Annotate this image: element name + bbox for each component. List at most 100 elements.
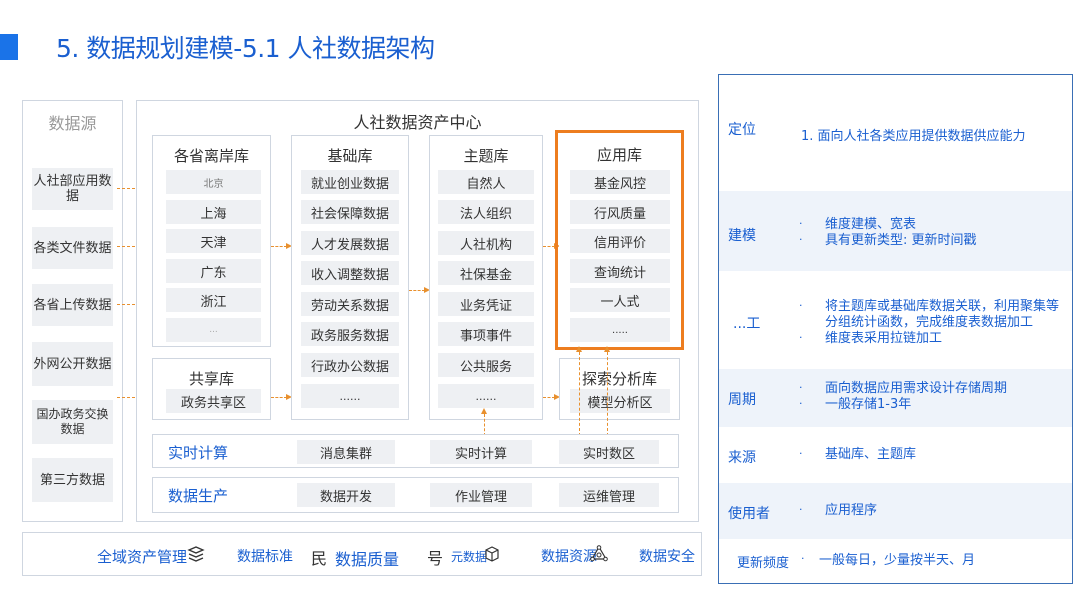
cube-icon	[483, 545, 501, 567]
theme-item: 事项事件	[438, 322, 534, 346]
spec-panel: 定位 1. 面向人社各类应用提供数据供应能力 建模 · 维度建模、宽表 · 具有…	[718, 74, 1073, 584]
production-item: 运维管理	[559, 483, 659, 507]
theme-item: 自然人	[438, 170, 534, 194]
governance-item: 元数据	[451, 550, 488, 564]
flow-arrow	[543, 394, 560, 400]
bullet-dot: ·	[799, 331, 803, 344]
spec-row-positioning: 定位 1. 面向人社各类应用提供数据供应能力	[719, 75, 1072, 191]
source-item: 人社部应用数据	[32, 168, 113, 210]
spec-text: 一般存储1-3年	[825, 397, 912, 412]
production-item: 作业管理	[430, 483, 532, 507]
provincial-item: 上海	[166, 200, 261, 224]
flow-arrow	[409, 287, 430, 293]
spec-text: 一般每日，少量按半天、月	[819, 553, 976, 568]
provincial-item: 北京	[166, 170, 261, 194]
realtime-item: 实时计算	[430, 440, 532, 464]
app-item: 一人式	[570, 288, 670, 312]
provincial-item: 广东	[166, 259, 261, 283]
source-item: 外网公开数据	[32, 342, 113, 386]
app-item: .....	[570, 318, 670, 342]
flow-arrow	[271, 243, 292, 249]
layers-icon	[187, 545, 205, 567]
title-accent-bar	[0, 34, 18, 60]
production-item: 数据开发	[297, 483, 395, 507]
theme-title: 主题库	[463, 147, 509, 165]
bullet-dot: ·	[799, 447, 803, 460]
spec-text: 基础库、主题库	[825, 447, 917, 462]
bullet-dot: ·	[799, 397, 803, 410]
spec-label: ...工	[733, 316, 761, 332]
spec-label: 周期	[728, 392, 756, 408]
network-icon	[589, 545, 609, 567]
shared-title: 共享库	[188, 370, 234, 388]
provincial-item: ...	[166, 318, 261, 342]
spec-label: 更新频度	[737, 556, 790, 571]
spec-text: 维度建模、宽表	[825, 217, 917, 232]
base-item: 社会保障数据	[301, 200, 399, 224]
production-label: 数据生产	[168, 487, 229, 505]
spec-label: 使用者	[728, 506, 770, 522]
governance-item: 全域资产管理	[97, 548, 188, 566]
shared-item: 政务共享区	[166, 389, 261, 413]
base-item: 政务服务数据	[301, 322, 399, 346]
explore-item: 模型分析区	[570, 389, 670, 413]
realtime-label: 实时计算	[168, 444, 229, 462]
bullet-dot: ·	[799, 381, 803, 394]
provincial-item: 浙江	[166, 288, 261, 312]
bullet-dot: ·	[799, 233, 803, 246]
theme-item: 公共服务	[438, 353, 534, 377]
base-title: 基础库	[327, 147, 373, 165]
base-item: 人才发展数据	[301, 231, 399, 255]
spec-text: 具有更新类型: 更新时间戳	[825, 233, 977, 248]
realtime-item: 实时数区	[559, 440, 659, 464]
spec-text: 应用程序	[825, 503, 878, 518]
theme-item: 人社机构	[438, 231, 534, 255]
theme-item: 业务凭证	[438, 292, 534, 316]
spec-text: 维度表采用拉链加工	[825, 331, 943, 346]
flow-arrow-up	[481, 408, 487, 436]
governance-item: 数据质量	[335, 550, 400, 569]
spec-text: 面向数据应用需求设计存储周期	[825, 381, 1008, 396]
theme-item: 社保基金	[438, 261, 534, 285]
data-source-title: 数据源	[48, 114, 97, 133]
bullet-dot: ·	[799, 299, 803, 312]
governance-item: 数据安全	[639, 549, 695, 565]
spec-text: 分组统计函数，完成维度表数据加工	[825, 315, 1034, 330]
spec-text: 1. 面向人社各类应用提供数据供应能力	[801, 129, 1026, 144]
base-item: ......	[301, 384, 399, 408]
bullet-dot: ·	[799, 217, 803, 230]
spec-label: 建模	[728, 228, 756, 244]
flow-arrow-up	[604, 346, 610, 436]
source-item: 第三方数据	[32, 458, 113, 502]
spec-label: 来源	[728, 450, 756, 466]
standard-icon: 民	[311, 549, 328, 568]
base-item: 收入调整数据	[301, 261, 399, 285]
app-item: 信用评价	[570, 229, 670, 253]
spec-row-processing: ...工 · 将主题库或基础库数据关联，利用聚集等 分组统计函数，完成维度表数据…	[719, 271, 1072, 369]
app-item: 查询统计	[570, 259, 670, 283]
spec-row-modeling: 建模 · 维度建模、宽表 · 具有更新类型: 更新时间戳	[719, 191, 1072, 271]
explore-title: 探索分析库	[581, 370, 657, 388]
bullet-dot: ·	[799, 503, 803, 516]
theme-item: 法人组织	[438, 200, 534, 224]
spec-text: 将主题库或基础库数据关联，利用聚集等	[825, 299, 1060, 314]
app-item: 基金风控	[570, 170, 670, 194]
flow-arrow-up	[576, 346, 582, 436]
source-item: 各省上传数据	[32, 284, 113, 326]
base-item: 行政办公数据	[301, 353, 399, 377]
flow-arrow	[271, 394, 292, 400]
governance-bar: 全域资产管理 数据标准 民 数据质量 号 元数据 数据资源 数据安全	[22, 532, 702, 576]
spec-row-users: 使用者 · 应用程序	[719, 483, 1072, 539]
provincial-item: 天津	[166, 229, 261, 253]
base-item: 劳动关系数据	[301, 292, 399, 316]
base-item: 就业创业数据	[301, 170, 399, 194]
provincial-title: 各省离岸库	[173, 147, 249, 165]
spec-row-cycle: 周期 · 面向数据应用需求设计存储周期 · 一般存储1-3年	[719, 369, 1072, 427]
flow-arrow	[543, 243, 560, 249]
app-item: 行风质量	[570, 200, 670, 224]
realtime-item: 消息集群	[297, 440, 395, 464]
spec-row-source: 来源 · 基础库、主题库	[719, 427, 1072, 483]
source-item: 国办政务交换数据	[32, 400, 113, 444]
source-item: 各类文件数据	[32, 227, 113, 269]
spec-row-frequency: 更新频度 · 一般每日，少量按半天、月	[719, 539, 1072, 583]
